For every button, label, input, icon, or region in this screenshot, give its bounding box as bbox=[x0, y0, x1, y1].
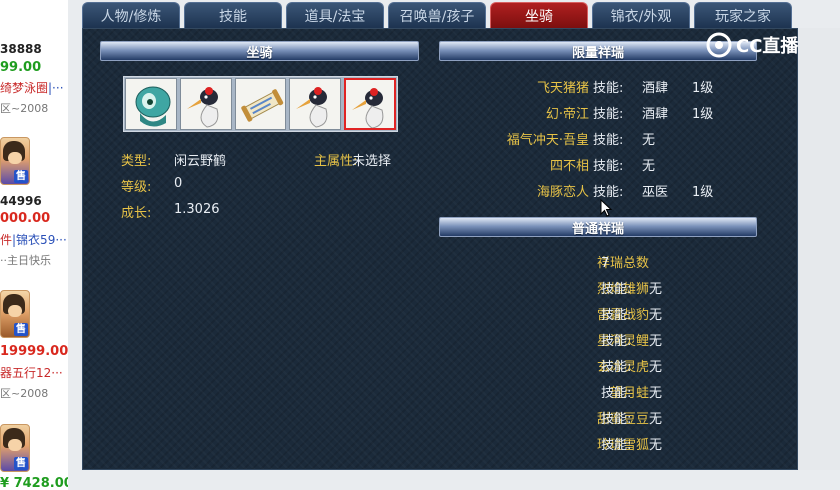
mount-slot-crane[interactable] bbox=[179, 78, 232, 130]
growth-label: 成长: bbox=[121, 206, 152, 221]
listing-price[interactable]: 99.00 bbox=[0, 61, 41, 75]
avatar[interactable]: 售 bbox=[0, 137, 30, 185]
tab-character[interactable]: 人物/修炼 bbox=[82, 2, 180, 28]
listing-price[interactable]: ¥ 7428.00 bbox=[0, 477, 68, 490]
crane-icon bbox=[186, 87, 219, 128]
tab-outfits[interactable]: 锦衣/外观 bbox=[592, 2, 690, 28]
tab-summons[interactable]: 召唤兽/孩子 bbox=[388, 2, 486, 28]
rare-row: 四不相 技能: 无 bbox=[549, 159, 656, 174]
crane-icon bbox=[352, 88, 384, 128]
rare-row: 幻·帝江 技能: 酒肆 1级 bbox=[545, 107, 714, 122]
tab-bar: 人物/修炼 技能 道具/法宝 召唤兽/孩子 坐骑 锦衣/外观 玩家之家 bbox=[82, 0, 840, 28]
tab-mounts[interactable]: 坐骑 bbox=[490, 2, 588, 28]
sell-badge: 售 bbox=[14, 323, 28, 336]
tab-home[interactable]: 玩家之家 bbox=[694, 2, 792, 28]
scroll-icon bbox=[240, 89, 283, 122]
listing-desc[interactable]: 器五行12··· bbox=[0, 366, 63, 380]
normal-row: 玲珑雪狐 技能: 无 bbox=[596, 438, 663, 453]
listing-id: 38888 bbox=[0, 42, 42, 56]
growth-value: 1.3026 bbox=[174, 202, 220, 217]
avatar[interactable]: 售 bbox=[0, 424, 30, 472]
mount-section-header: 坐骑 bbox=[100, 41, 419, 61]
tab-skills[interactable]: 技能 bbox=[184, 2, 282, 28]
listing-price[interactable]: 000.00 bbox=[0, 212, 50, 226]
rare-row: 飞天猪猪 技能: 酒肆 1级 bbox=[536, 81, 714, 96]
cc-logo-icon bbox=[706, 32, 732, 58]
green-monster-icon bbox=[135, 86, 171, 127]
main-attr-label: 主属性: bbox=[314, 154, 358, 169]
mount-panel: 坐骑 类型: 闲云野鹤 主属性: 未选择 等级: 0 成长: 1.3026 限量… bbox=[82, 28, 798, 470]
listing-extra: ··主日快乐 bbox=[0, 254, 51, 267]
listing-zone: 区~2008 bbox=[0, 102, 49, 115]
normal-section-header: 普通祥瑞 bbox=[439, 217, 757, 237]
listing-desc[interactable]: 件|锦衣59··· bbox=[0, 233, 67, 247]
right-margin bbox=[798, 28, 840, 470]
main-attr-value: 未选择 bbox=[352, 154, 392, 169]
mount-slot-crane-selected[interactable] bbox=[344, 78, 396, 130]
level-value: 0 bbox=[174, 176, 183, 191]
tab-items[interactable]: 道具/法宝 bbox=[286, 2, 384, 28]
mount-slot-scroll[interactable] bbox=[234, 78, 287, 130]
sell-badge: 售 bbox=[14, 457, 28, 470]
mount-slot-green-monster[interactable] bbox=[125, 78, 177, 130]
normal-row: 烈焰雄狮 技能: 无 bbox=[596, 282, 663, 297]
level-label: 等级: bbox=[121, 180, 152, 195]
normal-total-row: 祥瑞总数 7 bbox=[596, 256, 649, 271]
listing-id: 44996 bbox=[0, 194, 42, 208]
mount-slot-crane[interactable] bbox=[289, 78, 342, 130]
normal-row: 甜蜜豆豆 技能: 无 bbox=[596, 412, 663, 427]
mount-item-strip bbox=[123, 76, 398, 132]
listing-column: 38888 99.00 绮梦泳圈|··· 区~2008 售 44996 000.… bbox=[0, 0, 68, 490]
cc-live-watermark: CC直播 bbox=[706, 32, 798, 58]
normal-row: 玄冰灵虎 技能: 无 bbox=[596, 360, 663, 375]
type-label: 类型: bbox=[121, 154, 152, 169]
listing-zone: 区~2008 bbox=[0, 387, 49, 400]
type-value: 闲云野鹤 bbox=[174, 154, 227, 169]
listing-desc[interactable]: 绮梦泳圈|··· bbox=[0, 81, 64, 95]
crane-icon bbox=[296, 87, 328, 128]
avatar[interactable]: 售 bbox=[0, 290, 30, 338]
mouse-cursor-icon bbox=[600, 199, 612, 217]
rare-row: 福气冲天·吾皇 技能: 无 bbox=[506, 133, 656, 148]
normal-row: 望月蛙 技能: 无 bbox=[601, 386, 663, 401]
listing-price[interactable]: 19999.00 bbox=[0, 345, 68, 359]
normal-row: 星河灵鲤 技能: 无 bbox=[596, 334, 663, 349]
normal-row: 雷霆战豹 技能: 无 bbox=[596, 308, 663, 323]
sell-badge: 售 bbox=[14, 170, 28, 183]
